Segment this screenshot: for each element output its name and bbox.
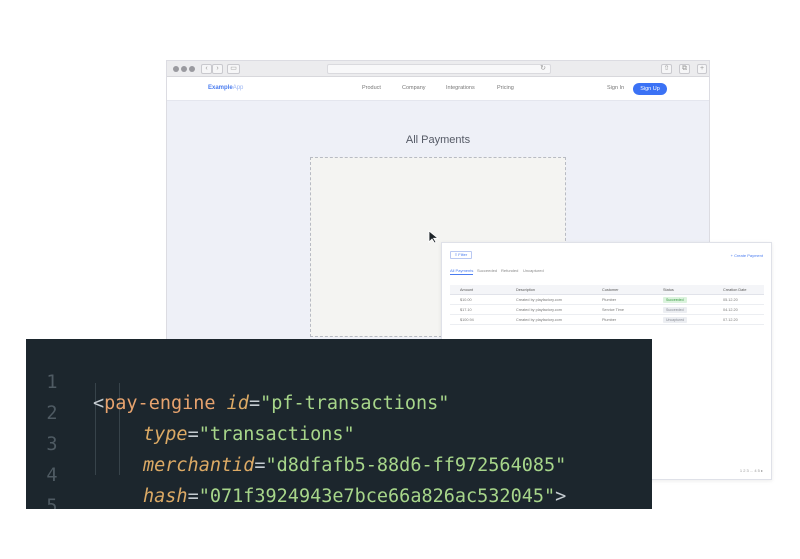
sign-up-button[interactable]: Sign Up: [633, 83, 667, 95]
status-badge: Uncaptured: [663, 317, 688, 323]
amount-cell: $17.10: [460, 308, 472, 312]
forward-icon[interactable]: ›: [212, 64, 223, 74]
table-row[interactable]: $100.94 Created by playfactory.com Plumb…: [450, 315, 764, 325]
payment-tabs: All Payments Succeeded Refunded Uncaptur…: [450, 268, 546, 276]
date-cell: 04.12.20: [723, 308, 738, 312]
share-icon[interactable]: ⇧: [661, 64, 672, 74]
sidebar-icon[interactable]: ▭: [227, 64, 240, 74]
tab-uncaptured[interactable]: Uncaptured: [523, 268, 544, 273]
status-badge: Succeeded: [663, 297, 687, 303]
tab-all-payments[interactable]: All Payments: [450, 268, 474, 275]
status-badge: Succeeded: [663, 307, 687, 313]
description-cell: Created by playfactory.com: [516, 308, 562, 312]
payments-table: Amount Description Customer Status Creat…: [450, 285, 764, 325]
code-line-3: 3 merchantid="d8dfafb5-88d6-ff972564085": [26, 413, 652, 476]
date-cell: 05.12.20: [723, 298, 738, 302]
app-logo[interactable]: ExampleApp: [208, 85, 243, 91]
customer-cell: Plumber: [602, 318, 617, 322]
date-cell: 07.12.20: [723, 318, 738, 322]
table-row[interactable]: $17.10 Created by playfactory.com Servic…: [450, 305, 764, 315]
window-zoom-dot[interactable]: [189, 66, 195, 72]
tab-succeeded[interactable]: Succeeded: [477, 268, 497, 273]
sign-in-link[interactable]: Sign In: [607, 85, 624, 91]
window-minimize-dot[interactable]: [181, 66, 187, 72]
create-payment-link[interactable]: + Create Payment: [731, 253, 763, 258]
nav-link-product[interactable]: Product: [362, 85, 381, 91]
nav-link-company[interactable]: Company: [402, 85, 426, 91]
column-header-description[interactable]: Description: [516, 288, 535, 292]
page-title: All Payments: [405, 134, 471, 146]
amount-cell: $10.00: [460, 298, 472, 302]
customer-cell: Service Time: [602, 308, 624, 312]
code-snippet-panel: 1 <pay-engine id="pf-transactions" 2 typ…: [26, 339, 652, 509]
code-line-4: 4 hash="071f3924943e7bce66a826ac532045">: [26, 444, 652, 507]
new-tab-icon[interactable]: +: [697, 64, 707, 74]
customer-cell: Plumber: [602, 298, 617, 302]
code-line-1: 1 <pay-engine id="pf-transactions": [26, 351, 652, 414]
column-header-creation-date[interactable]: Creation Date: [723, 288, 746, 292]
table-row[interactable]: $10.00 Created by playfactory.com Plumbe…: [450, 295, 764, 305]
site-header: ExampleApp Product Company Integrations …: [167, 77, 709, 101]
description-cell: Created by playfactory.com: [516, 298, 562, 302]
amount-cell: $100.94: [460, 318, 474, 322]
mouse-pointer-icon: [428, 230, 440, 244]
back-icon[interactable]: ‹: [201, 64, 212, 74]
line-number: 5: [46, 496, 58, 509]
filter-button[interactable]: ≡ Filter: [450, 251, 472, 259]
browser-toolbar: ‹ › ▭ ↻ ⇧ ⧉ +: [167, 61, 709, 77]
window-close-dot[interactable]: [173, 66, 179, 72]
table-header: Amount Description Customer Status Creat…: [450, 285, 764, 295]
column-header-customer[interactable]: Customer: [602, 288, 618, 292]
code-line-5: 5 </pay-engine>: [26, 475, 652, 509]
column-header-status[interactable]: Status: [663, 288, 674, 292]
nav-link-pricing[interactable]: Pricing: [497, 85, 514, 91]
code-line-2: 2 type="transactions": [26, 382, 652, 445]
address-bar[interactable]: ↻: [327, 64, 551, 74]
tab-refunded[interactable]: Refunded: [501, 268, 518, 273]
nav-link-integrations[interactable]: Integrations: [446, 85, 475, 91]
pagination[interactable]: 1 2 3 ... 4 5 ▸: [740, 468, 763, 473]
tabs-icon[interactable]: ⧉: [679, 64, 690, 74]
column-header-amount[interactable]: Amount: [460, 288, 473, 292]
reload-icon[interactable]: ↻: [540, 64, 546, 72]
description-cell: Created by playfactory.com: [516, 318, 562, 322]
